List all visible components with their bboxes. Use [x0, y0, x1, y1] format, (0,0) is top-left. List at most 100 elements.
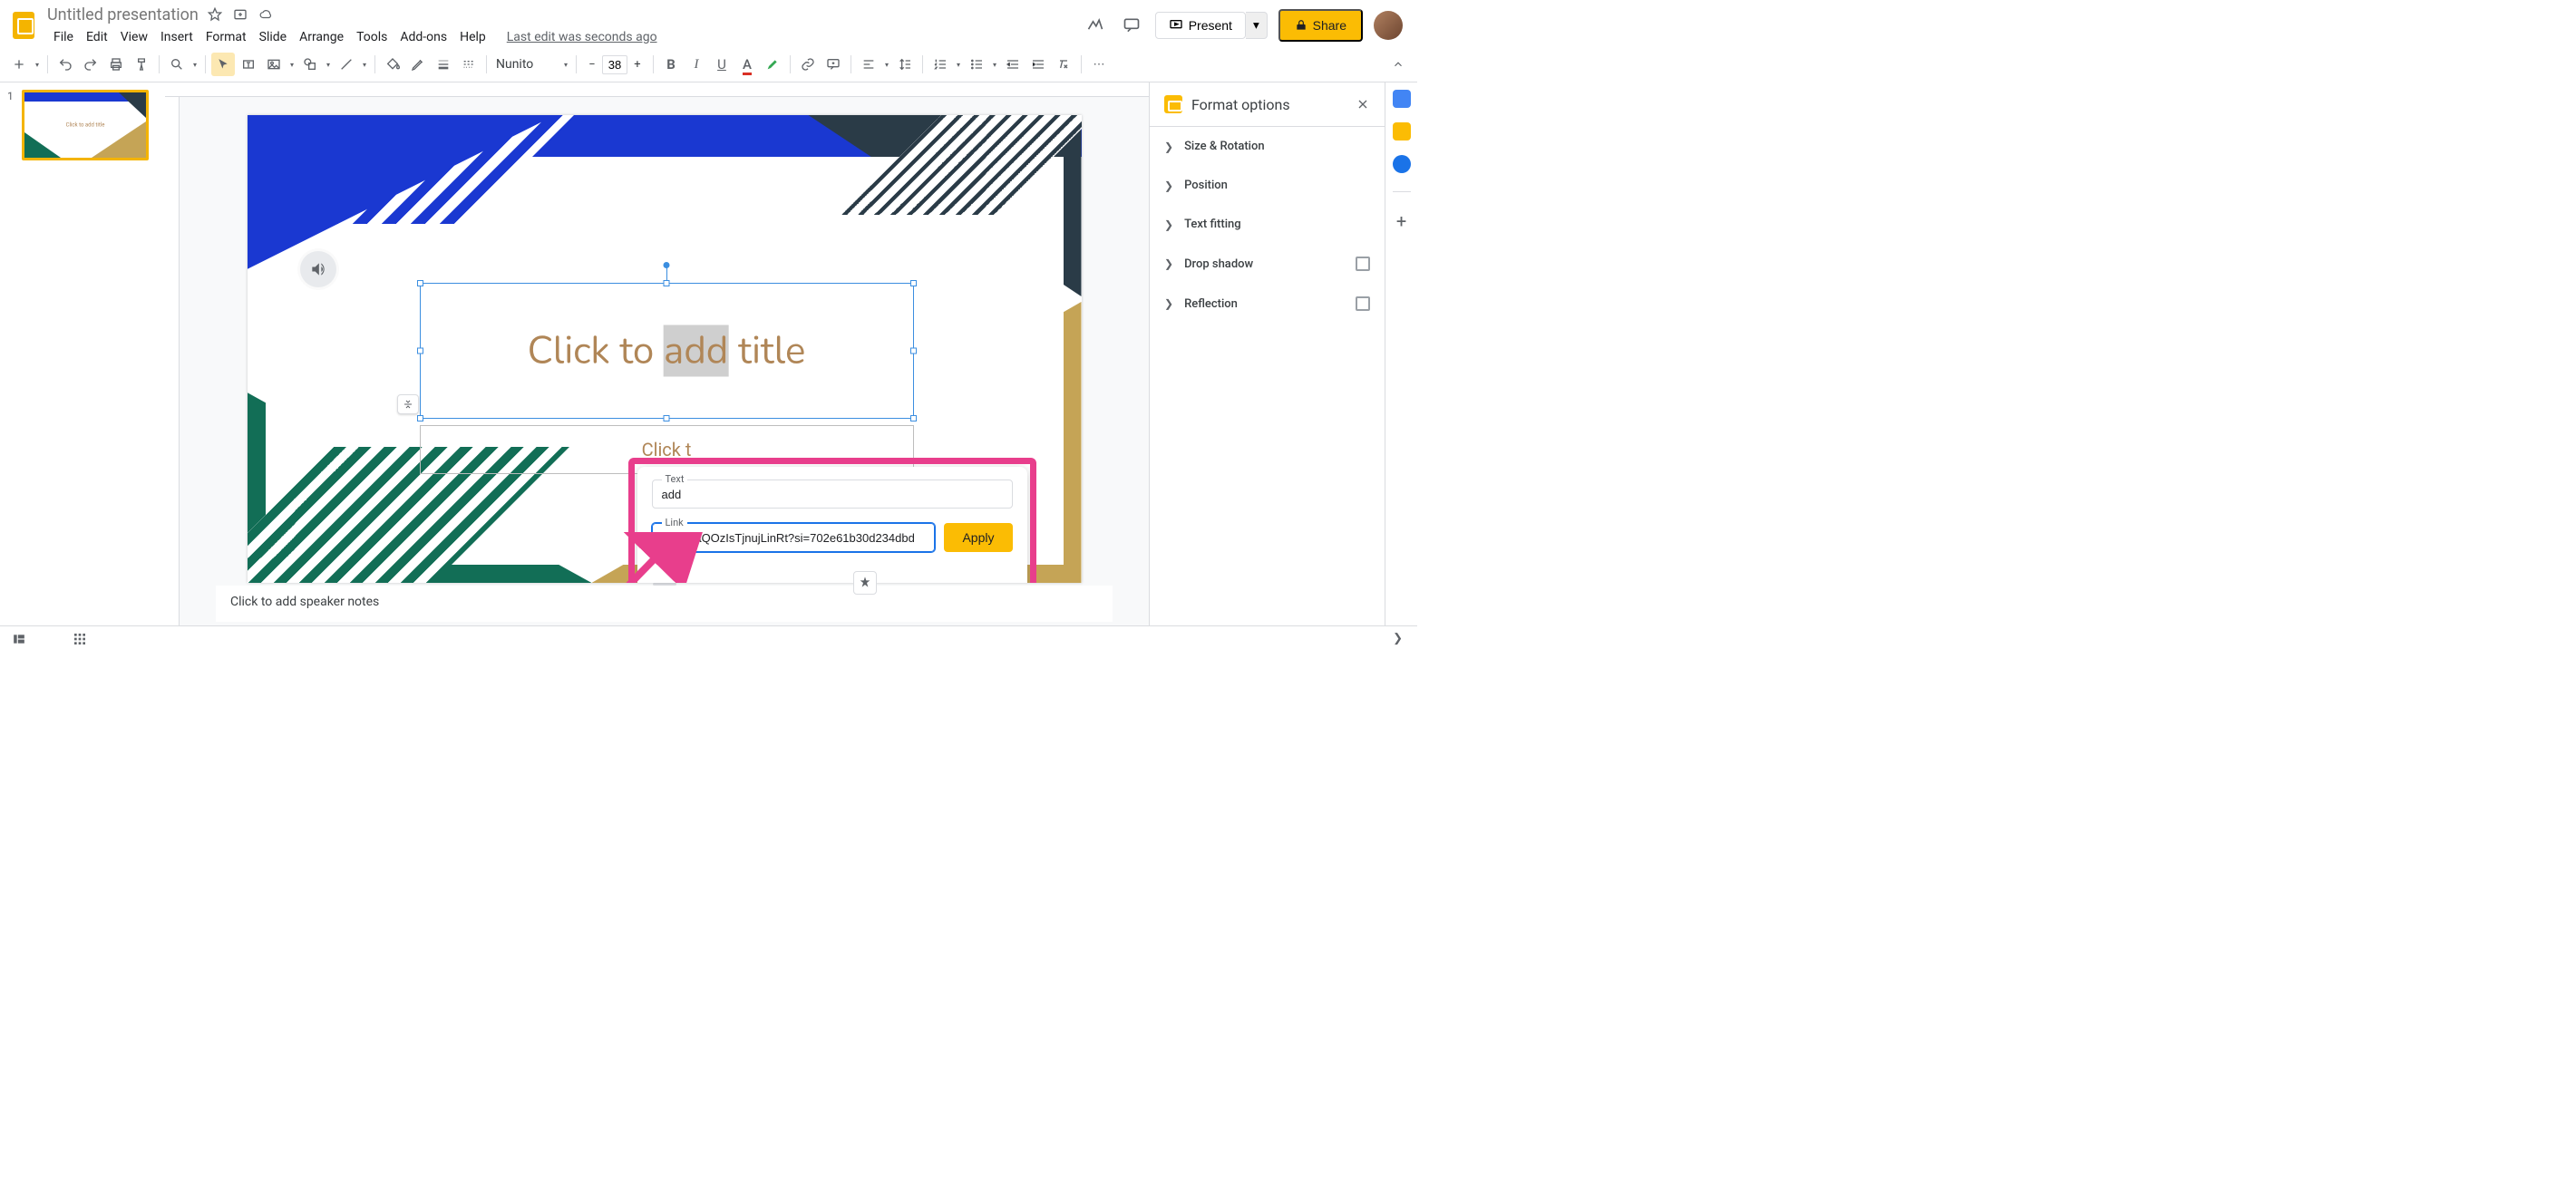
more-tools-button[interactable]: ⋯	[1087, 53, 1111, 76]
bulleted-list-dropdown[interactable]: ▾	[990, 61, 999, 69]
menu-arrange[interactable]: Arrange	[293, 26, 350, 48]
print-button[interactable]	[104, 53, 128, 76]
bulleted-list-button[interactable]	[965, 53, 988, 76]
keep-addon-icon[interactable]	[1393, 122, 1411, 140]
shape-dropdown[interactable]: ▾	[324, 61, 333, 69]
menu-help[interactable]: Help	[453, 26, 492, 48]
menu-slide[interactable]: Slide	[253, 26, 293, 48]
insert-comment-button[interactable]	[821, 53, 845, 76]
line-tool[interactable]	[335, 53, 358, 76]
zoom-button[interactable]	[165, 53, 189, 76]
indent-increase-button[interactable]	[1026, 53, 1050, 76]
align-dropdown[interactable]: ▾	[882, 61, 891, 69]
title-textbox[interactable]: Click to add title	[420, 283, 914, 419]
tasks-addon-icon[interactable]	[1393, 155, 1411, 173]
align-button[interactable]	[857, 53, 880, 76]
underline-button[interactable]: U	[710, 53, 734, 76]
insert-link-button[interactable]	[796, 53, 820, 76]
collapse-toolbar-button[interactable]	[1386, 53, 1410, 76]
image-dropdown[interactable]: ▾	[287, 61, 296, 69]
font-size-increase[interactable]: +	[627, 54, 647, 74]
section-size-rotation[interactable]: ❯ Size & Rotation	[1150, 127, 1385, 166]
numbered-list-dropdown[interactable]: ▾	[954, 61, 963, 69]
subtitle-text: Click t	[642, 439, 692, 460]
link-url-input[interactable]	[662, 531, 926, 545]
clear-formatting-button[interactable]	[1052, 53, 1075, 76]
font-size-decrease[interactable]: −	[582, 54, 602, 74]
account-avatar[interactable]	[1374, 11, 1403, 40]
audio-icon[interactable]	[300, 251, 336, 287]
slide-thumb-1[interactable]: 1 Click to add title	[7, 90, 158, 160]
line-spacing-button[interactable]	[893, 53, 917, 76]
border-color-button[interactable]	[406, 53, 430, 76]
slides-app-icon[interactable]	[7, 7, 40, 44]
speaker-notes[interactable]: Click to add speaker notes	[216, 586, 1113, 622]
text-color-button[interactable]: A	[735, 53, 759, 76]
menu-view[interactable]: View	[114, 26, 154, 48]
indent-decrease-button[interactable]	[1001, 53, 1025, 76]
explore-button[interactable]	[853, 571, 877, 595]
drop-shadow-checkbox[interactable]	[1356, 257, 1370, 271]
menu-addons[interactable]: Add-ons	[394, 26, 453, 48]
highlight-color-button[interactable]	[761, 53, 784, 76]
doc-title[interactable]: Untitled presentation	[47, 4, 199, 26]
ruler-vertical[interactable]	[165, 97, 180, 625]
filmstrip[interactable]: 1 Click to add title	[0, 82, 165, 625]
activity-icon[interactable]	[1083, 13, 1108, 38]
rotate-handle[interactable]	[664, 262, 670, 268]
present-button[interactable]: Present	[1155, 12, 1246, 39]
border-dash-button[interactable]	[457, 53, 481, 76]
menu-insert[interactable]: Insert	[154, 26, 199, 48]
move-icon[interactable]	[231, 5, 249, 24]
link-text-field[interactable]: Text	[652, 480, 1013, 509]
slide-canvas[interactable]: Click to add title Click t Text	[248, 115, 1082, 583]
menu-tools[interactable]: Tools	[350, 26, 394, 48]
zoom-dropdown[interactable]: ▾	[190, 61, 199, 69]
apply-link-button[interactable]: Apply	[944, 523, 1012, 552]
menu-file[interactable]: File	[47, 26, 80, 48]
format-options-panel: Format options ❯ Size & Rotation ❯ Posit…	[1149, 82, 1385, 625]
font-family-select[interactable]: Nunito	[496, 57, 559, 72]
autofit-button[interactable]	[397, 394, 419, 414]
select-tool[interactable]	[211, 53, 235, 76]
line-dropdown[interactable]: ▾	[360, 61, 369, 69]
textbox-tool[interactable]	[237, 53, 260, 76]
share-button[interactable]: Share	[1278, 9, 1363, 42]
shape-tool[interactable]	[298, 53, 322, 76]
comments-icon[interactable]	[1119, 13, 1144, 38]
get-addons-button[interactable]: +	[1396, 210, 1406, 232]
menu-bar: File Edit View Insert Format Slide Arran…	[47, 26, 1083, 48]
link-text-input[interactable]	[662, 488, 1003, 501]
font-family-dropdown[interactable]: ▾	[561, 61, 570, 69]
font-size-input[interactable]	[602, 55, 627, 74]
filmstrip-view-button[interactable]	[11, 633, 27, 645]
paint-format-button[interactable]	[130, 53, 153, 76]
fill-color-button[interactable]	[381, 53, 404, 76]
new-slide-button[interactable]	[7, 53, 31, 76]
numbered-list-button[interactable]	[928, 53, 952, 76]
star-icon[interactable]	[206, 5, 224, 24]
grid-view-button[interactable]	[73, 632, 87, 646]
cloud-status-icon[interactable]	[257, 5, 275, 24]
link-url-field[interactable]: Link	[652, 523, 936, 552]
section-reflection[interactable]: ❯ Reflection	[1150, 284, 1385, 324]
close-panel-button[interactable]	[1356, 97, 1370, 111]
menu-edit[interactable]: Edit	[80, 26, 114, 48]
undo-button[interactable]	[53, 53, 77, 76]
border-weight-button[interactable]	[432, 53, 455, 76]
show-side-panel-button[interactable]: ❯	[1393, 632, 1403, 645]
bold-button[interactable]: B	[659, 53, 683, 76]
section-text-fitting[interactable]: ❯ Text fitting	[1150, 205, 1385, 244]
italic-button[interactable]: I	[685, 53, 708, 76]
ruler-horizontal[interactable]	[165, 82, 1149, 97]
last-edit-link[interactable]: Last edit was seconds ago	[507, 30, 657, 44]
present-dropdown[interactable]: ▾	[1246, 12, 1268, 39]
new-slide-dropdown[interactable]: ▾	[33, 61, 42, 69]
calendar-addon-icon[interactable]	[1393, 90, 1411, 108]
redo-button[interactable]	[79, 53, 102, 76]
image-tool[interactable]	[262, 53, 286, 76]
menu-format[interactable]: Format	[199, 26, 253, 48]
reflection-checkbox[interactable]	[1356, 296, 1370, 311]
section-drop-shadow[interactable]: ❯ Drop shadow	[1150, 244, 1385, 284]
section-position[interactable]: ❯ Position	[1150, 166, 1385, 205]
